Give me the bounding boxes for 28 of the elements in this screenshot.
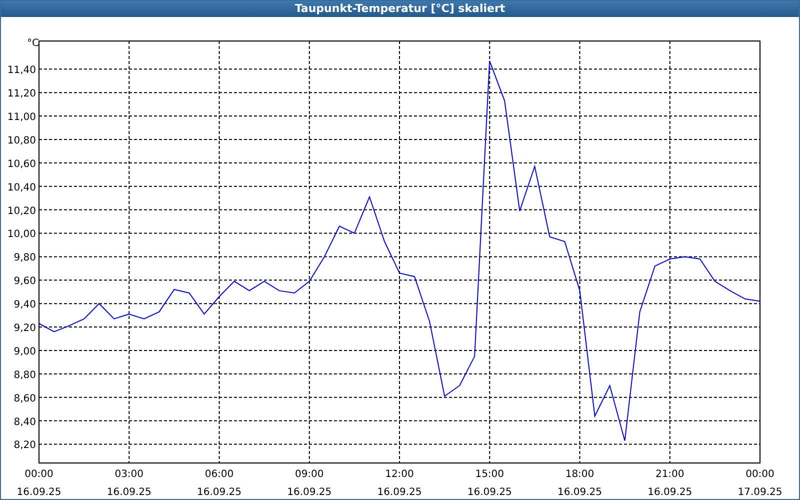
- y-tick-label: 9,40: [14, 300, 36, 311]
- x-tick-label: 15:00 16.09.25: [467, 469, 512, 498]
- window-title: Taupunkt-Temperatur [°C] skaliert: [1, 1, 799, 17]
- x-tick-label: 03:00 16.09.25: [106, 469, 152, 498]
- x-tick-label: 21:00 16.09.25: [648, 469, 692, 498]
- y-tick-label: 10,60: [7, 158, 36, 170]
- y-tick-label: 8,80: [14, 370, 36, 381]
- y-tick-label: 8,20: [14, 440, 36, 452]
- y-tick-label: 9,60: [14, 276, 36, 288]
- x-tick-label: 06:00 16.09.25: [196, 469, 242, 498]
- x-tick-label: 09:00 16.09.25: [287, 469, 332, 498]
- y-axis-unit: °C: [27, 38, 39, 49]
- y-tick-label: 11,20: [7, 88, 36, 100]
- y-tick-label: 8,40: [14, 416, 36, 428]
- x-tick-label: 12:00 16.09.25: [377, 469, 422, 498]
- y-tick-label: 11,00: [7, 112, 36, 124]
- y-tick-label: 11,40: [7, 65, 36, 76]
- y-tick-label: 10,40: [7, 182, 36, 194]
- y-tick-label: 9,80: [14, 252, 36, 264]
- y-tick-label: 10,00: [7, 229, 36, 240]
- y-tick-label: 8,60: [14, 393, 36, 404]
- y-tick-label: 9,00: [14, 346, 36, 358]
- y-tick-label: 10,80: [7, 135, 36, 146]
- x-tick-label: 00:00 16.09.25: [16, 469, 62, 498]
- x-tick-label: 00:00 17.09.25: [738, 469, 782, 498]
- x-tick-label: 18:00 16.09.25: [557, 469, 602, 498]
- y-tick-label: 10,20: [7, 206, 36, 217]
- y-tick-label: 9,20: [14, 323, 36, 334]
